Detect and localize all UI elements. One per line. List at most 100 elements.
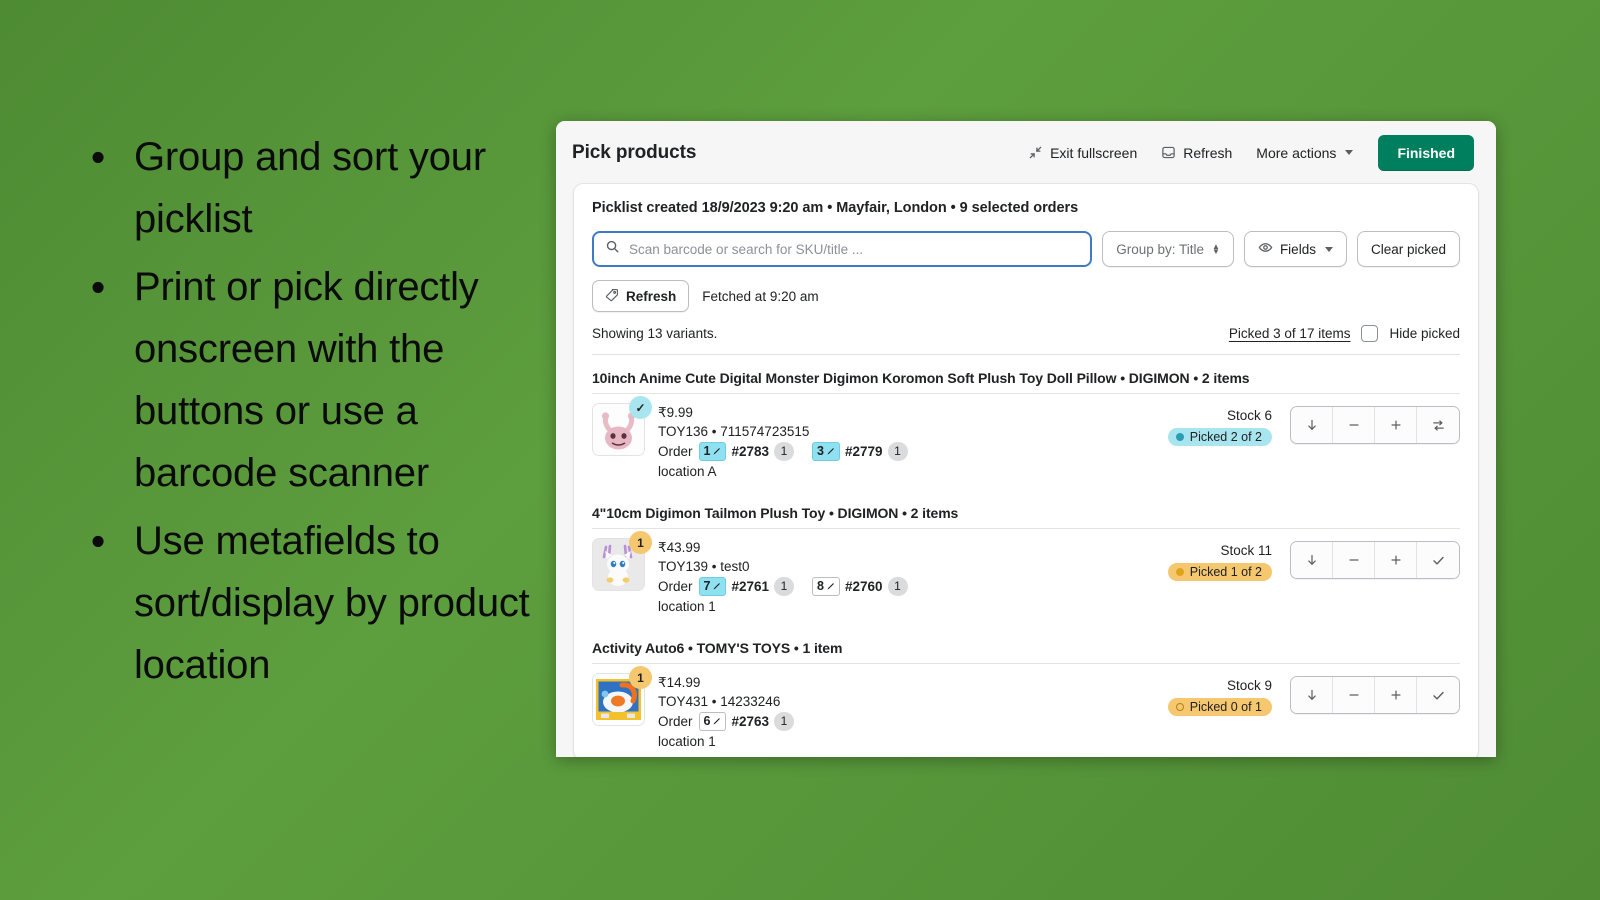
product-info: ₹14.99 TOY431 • 14233246 Order 6 #2763 1… — [649, 673, 1168, 751]
swap-icon — [1432, 419, 1444, 431]
minus-icon — [1348, 559, 1359, 561]
chevron-down-icon — [1324, 246, 1333, 252]
pending-count-badge: 1 — [629, 531, 652, 554]
chevron-down-icon — [1345, 150, 1354, 155]
pick-down-button[interactable] — [1291, 677, 1333, 713]
stock-block: Stock 9 Picked 0 of 1 — [1167, 676, 1272, 716]
product-info: ₹43.99 TOY139 • test0 Order 7 #2761 1 8 — [649, 538, 1168, 616]
stock-count: Stock 6 — [1226, 408, 1272, 423]
product-location: location A — [658, 464, 717, 479]
bullet-text: Print or pick directly onscreen with the… — [134, 265, 479, 495]
order-qty: 1 — [887, 577, 908, 596]
table-row: ✓ ₹9.99 TOY136 • 711574723515 Order 1 #2… — [592, 394, 1460, 490]
order-number: #2763 — [731, 714, 770, 729]
order-seq-chip[interactable]: 8 — [812, 577, 840, 596]
order-number: #2760 — [844, 579, 883, 594]
more-actions-button[interactable]: More actions — [1246, 138, 1363, 168]
pen-icon — [827, 448, 834, 455]
reset-pick-button[interactable] — [1417, 407, 1459, 443]
product-location: location 1 — [658, 734, 716, 749]
product-sku: TOY431 • 14233246 — [658, 694, 781, 709]
arrow-down-icon — [1307, 419, 1316, 431]
group-by-label: Group by: Title — [1116, 241, 1205, 257]
order-seq: 6 — [703, 714, 711, 728]
bullet-marker-icon: • — [90, 264, 106, 310]
pen-icon — [713, 448, 721, 455]
check-icon — [1432, 556, 1444, 565]
order-seq-chip[interactable]: 1 — [698, 442, 727, 461]
refresh-header-button[interactable]: Refresh — [1151, 138, 1242, 168]
hide-picked-checkbox[interactable] — [1361, 325, 1379, 342]
plus-icon — [1390, 690, 1401, 700]
order-seq-chip[interactable]: 3 — [812, 442, 840, 461]
exit-fullscreen-button[interactable]: Exit fullscreen — [1018, 138, 1147, 168]
refresh-header-label: Refresh — [1183, 144, 1233, 161]
picked-controls: Picked 3 of 17 items Hide picked — [1229, 325, 1460, 342]
fields-label: Fields — [1279, 241, 1316, 257]
bullet-marker-icon: • — [90, 518, 106, 564]
order-seq: 8 — [817, 579, 824, 593]
fields-button[interactable]: Fields — [1243, 231, 1347, 267]
mark-picked-button[interactable] — [1417, 677, 1459, 713]
picked-count: Picked 2 of 2 — [1189, 430, 1262, 444]
stock-block: Stock 6 Picked 2 of 2 — [1167, 406, 1272, 446]
order-number: #2783 — [731, 444, 770, 459]
refresh-button[interactable]: Refresh — [592, 280, 690, 312]
status-badge: Picked 1 of 2 — [1167, 563, 1272, 581]
slide-bullet-list: • Group and sort your picklist • Print o… — [62, 126, 532, 702]
stock-count: Stock 9 — [1226, 678, 1272, 693]
bullet-text: Group and sort your picklist — [134, 135, 486, 241]
showing-count: Showing 13 variants. — [592, 326, 718, 341]
clear-picked-button[interactable]: Clear picked — [1356, 231, 1460, 267]
group-heading: 4"10cm Digimon Tailmon Plush Toy • DIGIM… — [592, 490, 1460, 529]
app-header: Pick products Exit fullscreen Refresh Mo… — [556, 121, 1496, 184]
order-qty: 1 — [774, 442, 795, 461]
product-sku: TOY136 • 711574723515 — [658, 424, 810, 439]
minus-icon — [1348, 694, 1359, 696]
status-badge: Picked 2 of 2 — [1167, 428, 1272, 446]
product-price: ₹14.99 — [658, 675, 701, 690]
row-actions: Stock 6 Picked 2 of 2 — [1167, 403, 1460, 446]
order-seq: 7 — [703, 579, 711, 593]
pick-down-button[interactable] — [1291, 407, 1333, 443]
search-field[interactable] — [592, 231, 1093, 267]
mark-picked-button[interactable] — [1417, 542, 1459, 578]
order-number: #2779 — [844, 444, 883, 459]
row-actions: Stock 9 Picked 0 of 1 — [1167, 673, 1460, 716]
increment-button[interactable] — [1375, 407, 1417, 443]
header-actions: Exit fullscreen Refresh More actions Fin… — [1018, 134, 1474, 171]
stock-count: Stock 11 — [1220, 543, 1272, 558]
picked-count: Picked 1 of 2 — [1189, 565, 1262, 579]
group-by-select[interactable]: Group by: Title ▲ ▼ — [1102, 231, 1234, 267]
finished-button[interactable]: Finished — [1378, 134, 1474, 171]
page-title: Pick products — [572, 141, 697, 163]
pending-count-badge: 1 — [629, 666, 652, 689]
order-number: #2761 — [731, 579, 770, 594]
picked-summary-link[interactable]: Picked 3 of 17 items — [1229, 326, 1351, 341]
stock-block: Stock 11 Picked 1 of 2 — [1167, 541, 1272, 581]
order-qty: 1 — [887, 442, 908, 461]
bullet-marker-icon: • — [90, 134, 106, 180]
increment-button[interactable] — [1375, 677, 1417, 713]
product-price: ₹43.99 — [658, 540, 701, 555]
picklist-card: Picklist created 18/9/2023 9:20 am • May… — [574, 184, 1478, 757]
decrement-button[interactable] — [1333, 407, 1375, 443]
more-actions-label: More actions — [1256, 144, 1337, 161]
plus-icon — [1390, 555, 1401, 565]
decrement-button[interactable] — [1333, 542, 1375, 578]
list-item: • Print or pick directly onscreen with t… — [62, 256, 532, 504]
order-seq: 1 — [703, 444, 711, 458]
order-seq-chip[interactable]: 7 — [698, 577, 727, 596]
pick-down-button[interactable] — [1291, 542, 1333, 578]
search-input[interactable] — [629, 241, 1080, 257]
fetched-timestamp: Fetched at 9:20 am — [702, 288, 819, 304]
check-icon — [1432, 691, 1444, 700]
list-item: • Use metafields to sort/display by prod… — [62, 510, 532, 696]
order-seq-chip[interactable]: 6 — [698, 712, 727, 731]
increment-button[interactable] — [1375, 542, 1417, 578]
order-label: Order — [658, 444, 693, 459]
eye-icon — [1258, 240, 1273, 258]
product-price: ₹9.99 — [658, 405, 693, 420]
table-row: 1 ₹43.99 TOY139 • test0 Order 7 #2761 1 — [592, 529, 1460, 625]
decrement-button[interactable] — [1333, 677, 1375, 713]
